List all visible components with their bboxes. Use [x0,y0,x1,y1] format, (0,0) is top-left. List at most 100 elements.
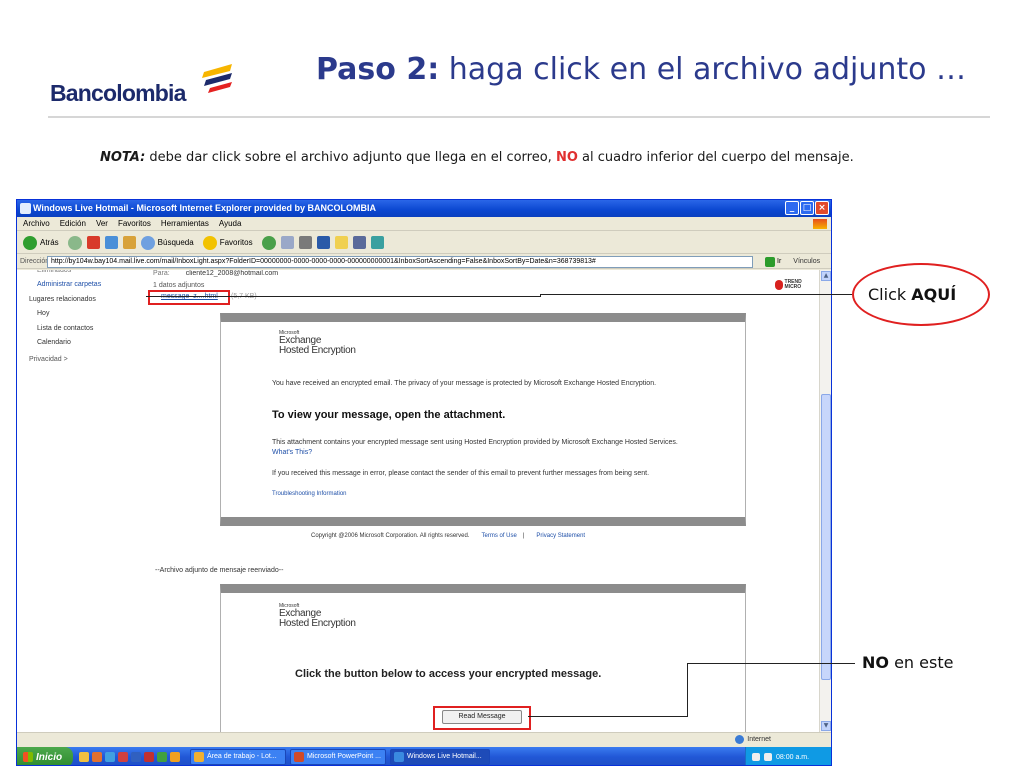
logo-text: Bancolombia [50,80,186,106]
powerpoint-icon [294,752,304,762]
exchange-logo-line2: Hosted Encryption [279,345,356,356]
ie-window-icon [20,203,31,214]
encryption-intro: You have received an encrypted email. Th… [272,380,657,387]
trend-micro-logo: TREND MICRO [775,280,811,290]
encryption-body-text: This attachment contains your encrypted … [272,439,678,446]
sidebar-item-eliminados[interactable]: Eliminados [29,270,149,278]
task-area-trabajo[interactable]: Área de trabajo - Lot... [190,749,286,765]
callout-line-read-b [687,663,688,717]
quicklaunch-word-icon[interactable] [131,752,141,762]
forward-arrow-icon[interactable] [67,235,82,250]
mail-icon[interactable] [280,236,294,249]
messenger-icon[interactable] [370,236,384,249]
hotmail-sidebar: Eliminados Administrar carpetas Lugares … [29,270,149,367]
task-hotmail[interactable]: Windows Live Hotmail... [390,749,490,765]
close-icon[interactable]: × [815,201,829,215]
copyright-separator: | [522,533,525,539]
home-icon[interactable] [122,236,136,249]
terms-of-use-link[interactable]: Terms of Use [482,533,517,539]
scroll-down-icon[interactable]: ▼ [821,721,831,731]
sidebar-item-privacidad[interactable]: Privacidad > [29,353,149,368]
task-label-area-trabajo: Área de trabajo - Lot... [207,753,277,760]
security-zone-label: Internet [747,736,771,743]
header-divider [48,116,990,118]
sidebar-item-administrar-carpetas[interactable]: Administrar carpetas [29,278,149,293]
system-tray: 08:00 a.m. [745,747,831,765]
sidebar-item-hoy[interactable]: Hoy [29,307,149,322]
quick-launch [79,752,180,762]
encryption-headline: To view your message, open the attachmen… [272,409,506,421]
tray-network-icon[interactable] [752,753,760,761]
quicklaunch-pdf-icon[interactable] [118,752,128,762]
research-icon[interactable] [352,236,366,249]
whats-this-link[interactable]: What's This? [272,449,312,456]
stop-icon[interactable] [86,236,100,249]
to-label: Para: [153,270,170,277]
nota-text-2: al cuadro inferior del cuerpo del mensaj… [577,150,854,165]
go-button[interactable]: Ir [765,256,782,267]
trend-micro-text: TREND MICRO [784,279,802,290]
favorites-star-icon[interactable] [202,235,217,250]
maximize-icon[interactable]: □ [800,201,814,215]
search-icon[interactable] [140,235,155,250]
to-line: Para: cliente12_2008@hotmail.com [153,270,278,277]
favorites-button[interactable]: Favoritos [220,238,253,247]
history-icon[interactable] [261,235,276,250]
troubleshooting-link[interactable]: Troubleshooting Information [272,491,347,497]
quicklaunch-ie-icon[interactable] [105,752,115,762]
browser-window: Windows Live Hotmail - Microsoft Interne… [16,199,832,766]
menu-item-favoritos[interactable]: Favoritos [118,217,151,230]
start-label: Inicio [36,751,63,763]
task-powerpoint[interactable]: Microsoft PowerPoint ... [290,749,386,765]
search-button[interactable]: Búsqueda [158,238,194,247]
folder-icon[interactable] [334,236,348,249]
privacy-statement-link[interactable]: Privacy Statement [536,533,585,539]
menu-item-ayuda[interactable]: Ayuda [219,217,242,230]
quicklaunch-excel-icon[interactable] [157,752,167,762]
menu-item-archivo[interactable]: Archivo [23,217,50,230]
window-controls: _ □ × [785,201,829,215]
menu-item-ver[interactable]: Ver [96,217,108,230]
nota-text-1: debe dar click sobre el archivo adjunto … [145,150,556,165]
links-button[interactable]: Vínculos [793,258,820,265]
sidebar-item-lista-contactos[interactable]: Lista de contactos [29,322,149,337]
menu-item-herramientas[interactable]: Herramientas [161,217,209,230]
menu-bar: Archivo Edición Ver Favoritos Herramient… [17,217,831,231]
scroll-up-icon[interactable]: ▲ [821,271,831,281]
sidebar-item-calendario[interactable]: Calendario [29,336,149,351]
security-zone: Internet [735,733,771,746]
nota-no: NO [555,150,578,165]
menu-item-edicion[interactable]: Edición [60,217,86,230]
attachment-count: 1 datos adjuntos [153,282,205,289]
address-bar: Dirección http://by104w.bay104.mail.live… [17,255,831,269]
encryption-notice-box: Microsoft Exchange Hosted Encryption You… [220,313,746,526]
quicklaunch-messenger-icon[interactable] [170,752,180,762]
bancolombia-logo-mark [202,64,232,93]
nota-line: NOTA: debe dar click sobre el archivo ad… [100,150,854,165]
callout-line-attachment-c [540,294,852,295]
callout-line-read-c [687,663,855,664]
quicklaunch-folder-icon[interactable] [79,752,89,762]
read-message-button[interactable]: Read Message [442,710,522,724]
callout-line-attachment-a [146,296,540,297]
print-icon[interactable] [298,236,312,249]
encryption-error-text: If you received this message in error, p… [272,470,650,477]
go-label: Ir [777,258,782,265]
back-button[interactable]: Atrás [40,238,59,247]
address-input[interactable]: http://by104w.bay104.mail.live.com/mail/… [47,255,753,268]
start-button[interactable]: Inicio [17,747,73,765]
windows-logo-icon [23,752,33,762]
quicklaunch-app-icon[interactable] [92,752,102,762]
exchange-logo: Microsoft Exchange Hosted Encryption [279,330,356,356]
tray-volume-icon[interactable] [764,753,772,761]
minimize-icon[interactable]: _ [785,201,799,215]
word-edit-icon[interactable] [316,236,330,249]
exchange-logo-2-line2: Hosted Encryption [279,618,356,629]
scroll-thumb[interactable] [821,394,831,680]
exchange-logo-2: Microsoft Exchange Hosted Encryption [279,603,356,629]
window-title-app: Windows Live Hotmail - [33,203,137,213]
back-arrow-icon[interactable] [23,235,37,250]
click-here-prefix: Click [868,285,912,304]
refresh-icon[interactable] [104,236,118,249]
quicklaunch-ppt-icon[interactable] [144,752,154,762]
